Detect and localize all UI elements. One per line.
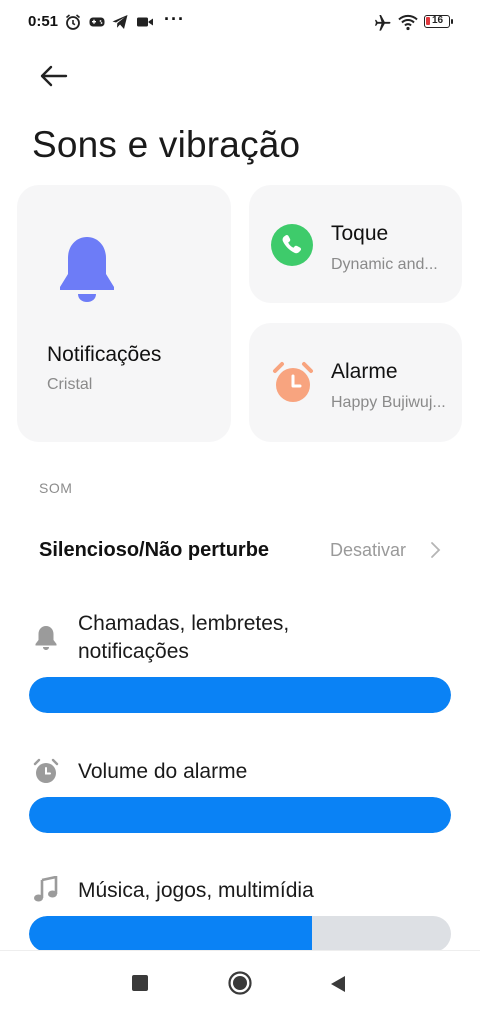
- section-header-sound: SOM: [39, 480, 73, 496]
- notifications-subtitle: Cristal: [47, 376, 93, 393]
- alarm-volume-label: Volume do alarme: [78, 760, 248, 783]
- battery-level: 16: [432, 15, 444, 26]
- alarm-card[interactable]: Alarme Happy Bujiwuj...: [249, 323, 462, 442]
- bell-icon: [60, 237, 114, 302]
- calls-volume-label-line1: Chamadas, lembretes,: [78, 612, 290, 635]
- ringtone-subtitle: Dynamic and...: [331, 256, 438, 273]
- gamepad-icon: [89, 17, 105, 27]
- notifications-card[interactable]: Notificações Cristal: [17, 185, 231, 442]
- ringtone-card[interactable]: Toque Dynamic and...: [249, 185, 462, 303]
- battery-icon: 16: [424, 15, 453, 28]
- media-volume-fill: [29, 916, 312, 952]
- calls-volume-fill: [29, 677, 451, 713]
- back-nav-button[interactable]: [329, 974, 347, 994]
- video-camera-icon: [137, 17, 153, 27]
- wifi-icon: [398, 14, 418, 31]
- home-button[interactable]: [227, 970, 253, 996]
- telegram-icon: [112, 15, 128, 29]
- bell-volume-icon: [35, 626, 57, 650]
- page-title: Sons e vibração: [32, 124, 301, 165]
- alarm-volume-fill: [29, 797, 451, 833]
- chevron-right-icon: [431, 542, 441, 558]
- more-notifications-icon: ···: [164, 9, 185, 29]
- recents-button[interactable]: [131, 974, 149, 992]
- ringtone-title: Toque: [331, 222, 389, 245]
- status-bar: 0:51 ··· 16: [0, 0, 480, 44]
- notifications-title: Notificações: [47, 343, 162, 366]
- calls-volume-label-line2: notificações: [78, 640, 189, 663]
- media-volume-slider[interactable]: [29, 916, 451, 952]
- do-not-disturb-label: Silencioso/Não perturbe: [39, 539, 270, 561]
- alarm-clock-icon: [273, 362, 313, 402]
- alarm-subtitle: Happy Bujiwuj...: [331, 394, 446, 411]
- back-button[interactable]: [36, 58, 72, 94]
- alarm-volume-slider[interactable]: [29, 797, 451, 833]
- calls-volume-slider[interactable]: [29, 677, 451, 713]
- alarm-volume-icon: [33, 758, 59, 783]
- airplane-mode-icon: [375, 15, 391, 31]
- status-time: 0:51: [28, 13, 59, 30]
- phone-icon: [271, 224, 313, 266]
- music-note-icon: [34, 876, 58, 902]
- alarm-title: Alarme: [331, 360, 398, 383]
- do-not-disturb-value: Desativar: [330, 540, 407, 560]
- navigation-bar: [0, 950, 480, 1015]
- media-volume-label: Música, jogos, multimídia: [78, 879, 314, 902]
- alarm-status-icon: [65, 14, 81, 30]
